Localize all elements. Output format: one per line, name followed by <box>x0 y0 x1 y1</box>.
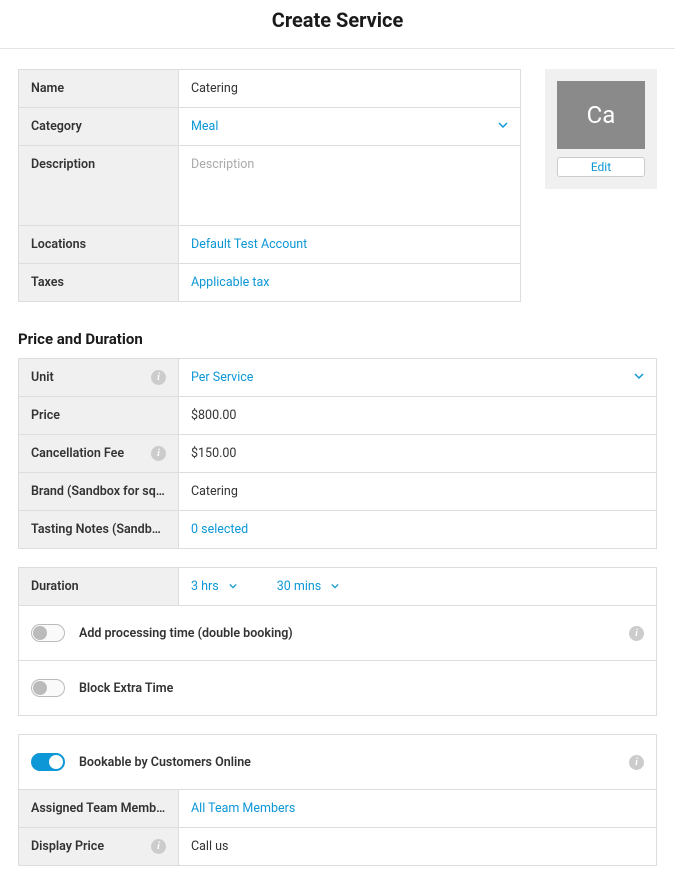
cancellation-fee-input[interactable]: $150.00 <box>179 435 657 473</box>
team-members-label: Assigned Team Members <box>19 790 179 828</box>
name-label: Name <box>19 70 179 108</box>
taxes-link[interactable]: Applicable tax <box>179 264 521 302</box>
bookable-online-label: Bookable by Customers Online <box>79 755 251 770</box>
bookable-online-toggle[interactable] <box>31 753 65 771</box>
info-icon[interactable]: i <box>151 370 166 385</box>
block-extra-time-label: Block Extra Time <box>79 681 173 696</box>
price-duration-heading: Price and Duration <box>18 330 657 348</box>
name-input[interactable]: Catering <box>179 70 521 108</box>
description-textarea[interactable]: Description <box>179 146 521 226</box>
chevron-down-icon <box>498 120 508 133</box>
duration-hours-select[interactable]: 3 hrs <box>191 579 237 594</box>
unit-label: Unit i <box>19 359 179 397</box>
brand-label: Brand (Sandbox for sq0... <box>19 473 179 511</box>
cancellation-fee-label: Cancellation Fee i <box>19 435 179 473</box>
page-header: Create Service <box>0 0 675 49</box>
price-table: Unit i Per Service Price $800.00 <box>18 358 657 549</box>
basic-info-table: Name Catering Category Meal <box>18 69 521 302</box>
locations-link[interactable]: Default Test Account <box>179 226 521 264</box>
price-input[interactable]: $800.00 <box>179 397 657 435</box>
description-label: Description <box>19 146 179 226</box>
booking-table: Bookable by Customers Online i Assigned … <box>18 734 657 866</box>
info-icon[interactable]: i <box>151 839 166 854</box>
price-label: Price <box>19 397 179 435</box>
category-label: Category <box>19 108 179 146</box>
duration-label: Duration <box>19 568 179 606</box>
tasting-notes-label: Tasting Notes (Sandbox... <box>19 511 179 549</box>
page-title: Create Service <box>0 8 675 32</box>
info-icon[interactable]: i <box>151 446 166 461</box>
form-content: Name Catering Category Meal <box>0 49 675 886</box>
duration-mins-select[interactable]: 30 mins <box>277 579 340 594</box>
block-extra-time-toggle[interactable] <box>31 679 65 697</box>
locations-label: Locations <box>19 226 179 264</box>
display-price-label: Display Price i <box>19 828 179 866</box>
image-upload-panel: Ca Edit <box>545 69 657 189</box>
chevron-down-icon <box>229 582 237 592</box>
team-members-link[interactable]: All Team Members <box>179 790 657 828</box>
tasting-notes-link[interactable]: 0 selected <box>179 511 657 549</box>
info-icon[interactable]: i <box>629 626 644 641</box>
chevron-down-icon <box>331 582 339 592</box>
display-price-input[interactable]: Call us <box>179 828 657 866</box>
processing-time-label: Add processing time (double booking) <box>79 626 293 641</box>
processing-time-toggle[interactable] <box>31 624 65 642</box>
duration-table: Duration 3 hrs 30 mins <box>18 567 657 716</box>
info-icon[interactable]: i <box>629 755 644 770</box>
category-select[interactable]: Meal <box>179 108 521 146</box>
taxes-label: Taxes <box>19 264 179 302</box>
chevron-down-icon <box>634 371 644 384</box>
edit-image-button[interactable]: Edit <box>557 157 645 177</box>
brand-input[interactable]: Catering <box>179 473 657 511</box>
unit-select[interactable]: Per Service <box>179 359 657 397</box>
image-thumbnail[interactable]: Ca <box>557 81 645 149</box>
